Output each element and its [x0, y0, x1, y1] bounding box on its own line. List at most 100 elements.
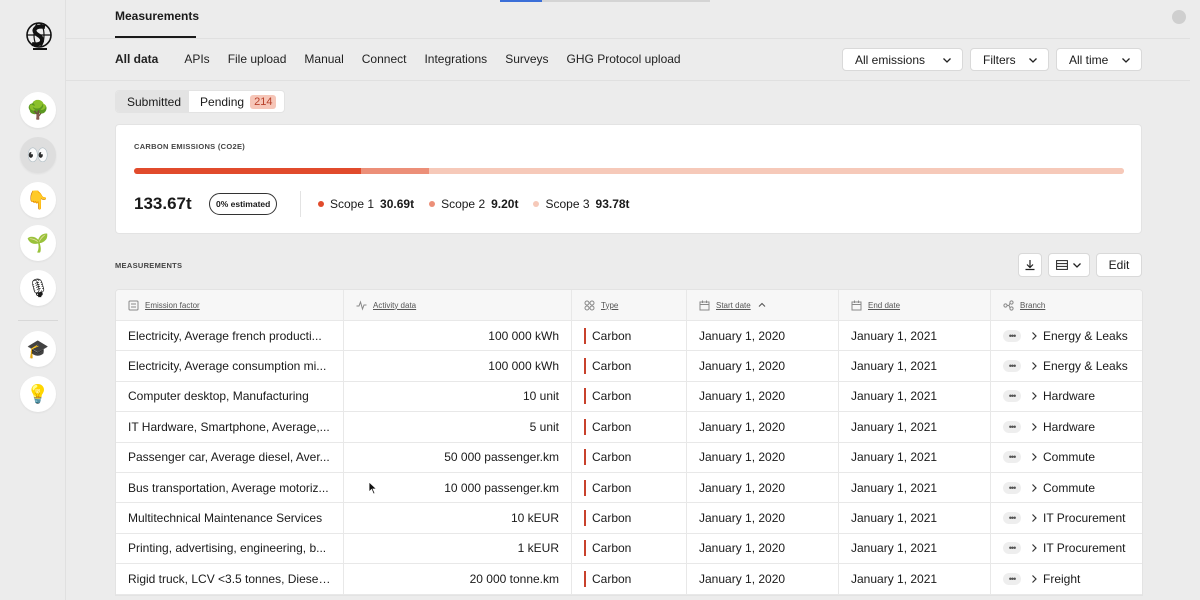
more-options-icon[interactable]: ••• — [1003, 330, 1021, 342]
cell-branch: •••Freight — [991, 564, 1142, 593]
chevron-right-icon — [1029, 391, 1039, 401]
globe-logo-icon — [25, 21, 53, 55]
user-avatar[interactable] — [1172, 10, 1186, 24]
cell-type: Carbon — [572, 321, 687, 350]
more-options-icon[interactable]: ••• — [1003, 542, 1021, 554]
start-date-text: January 1, 2020 — [699, 572, 785, 586]
cell-start-date: January 1, 2020 — [687, 443, 839, 472]
sidebar-item-eyes-emoji[interactable]: 👀 — [20, 137, 56, 173]
loading-indicator — [500, 0, 710, 2]
more-options-icon[interactable]: ••• — [1003, 573, 1021, 585]
more-options-icon[interactable]: ••• — [1003, 421, 1021, 433]
table-row[interactable]: IT Hardware, Smartphone, Average,... 5 un… — [116, 412, 1142, 442]
cell-branch: •••IT Procurement — [991, 534, 1142, 563]
col-branch[interactable]: Branch — [991, 290, 1142, 320]
tab-connect[interactable]: Connect — [362, 50, 407, 68]
tab-file-upload[interactable]: File upload — [228, 50, 287, 68]
download-button[interactable] — [1018, 253, 1042, 277]
view-options-button[interactable] — [1048, 253, 1090, 277]
sidebar-item-microphone-emoji[interactable]: 🎙 — [20, 270, 56, 306]
type-text: Carbon — [592, 572, 631, 586]
cell-branch: ••• Commute — [991, 473, 1142, 502]
cell-start-date: January 1, 2020 — [687, 351, 839, 380]
emission-factor-text: IT Hardware, Smartphone, Average,... — [128, 420, 330, 434]
cell-start-date: January 1, 2020 — [687, 412, 839, 441]
tab-surveys[interactable]: Surveys — [505, 50, 548, 68]
table-row[interactable]: Printing, advertising, engineering, b...… — [116, 534, 1142, 564]
branch-text: Commute — [1043, 481, 1095, 495]
edit-button[interactable]: Edit — [1096, 253, 1142, 277]
tab-apis[interactable]: APIs — [184, 50, 209, 68]
cell-branch: •••Hardware — [991, 412, 1142, 441]
estimated-badge: 0% estimated — [209, 193, 277, 215]
start-date-text: January 1, 2020 — [699, 329, 785, 343]
more-options-icon[interactable]: ••• — [1003, 360, 1021, 372]
col-end-date[interactable]: End date — [839, 290, 991, 320]
cell-type: Carbon — [572, 564, 687, 593]
table-row[interactable]: Rigid truck, LCV <3.5 tonnes, Diesel...2… — [116, 564, 1142, 594]
emission-factor-text: Electricity, Average french producti... — [128, 329, 322, 343]
scope-3-segment — [429, 168, 1124, 174]
type-color-marker — [584, 449, 586, 465]
app-logo[interactable] — [24, 20, 54, 56]
tab-all-data[interactable]: All data — [115, 50, 158, 68]
cell-emission-factor: Electricity, Average french producti... — [116, 321, 344, 350]
cell-type: Carbon — [572, 412, 687, 441]
table-row[interactable]: Bus transportation, Average motoriz...10… — [116, 473, 1142, 503]
chevron-down-icon — [942, 55, 952, 65]
tab-manual[interactable]: Manual — [304, 50, 343, 68]
scope-1-item: Scope 1 30.69t — [318, 197, 414, 211]
col-activity-data[interactable]: Activity data — [344, 290, 572, 320]
more-options-icon[interactable]: ••• — [1003, 512, 1021, 524]
col-activity-data-label: Activity data — [373, 301, 416, 310]
start-date-text: January 1, 2020 — [699, 511, 785, 525]
activity-data-text: 20 000 tonne.km — [470, 572, 559, 586]
submitted-toggle[interactable]: Submitted — [116, 91, 189, 112]
more-options-icon[interactable]: ••• — [1003, 482, 1021, 494]
col-emission-factor-label: Emission factor — [145, 301, 200, 310]
col-start-date[interactable]: Start date — [687, 290, 839, 320]
table-row[interactable]: Electricity, Average consumption mi...10… — [116, 351, 1142, 381]
table-row[interactable]: Electricity, Average french producti...1… — [116, 321, 1142, 351]
table-row[interactable]: Computer desktop, Manufacturing10 unitCa… — [116, 382, 1142, 412]
cell-type: Carbon — [572, 443, 687, 472]
table-row[interactable]: Multitechnical Maintenance Services10 kE… — [116, 503, 1142, 533]
scope-3-dot — [533, 201, 539, 207]
emissions-dropdown[interactable]: All emissions — [842, 48, 963, 71]
cell-end-date: January 1, 2021 — [839, 443, 991, 472]
sidebar-item-seedling-emoji[interactable]: 🌱 — [20, 225, 56, 261]
end-date-text: January 1, 2021 — [851, 450, 937, 464]
time-range-dropdown[interactable]: All time — [1056, 48, 1142, 71]
pending-toggle[interactable]: Pending 214 — [189, 91, 284, 112]
factor-column-icon — [128, 300, 139, 311]
chevron-right-icon — [1029, 543, 1039, 553]
more-options-icon[interactable]: ••• — [1003, 390, 1021, 402]
cell-type: Carbon — [572, 473, 687, 502]
cell-activity-data: 5 unit — [344, 412, 572, 441]
submitted-label: Submitted — [127, 95, 181, 109]
sidebar-item-graduation-cap-emoji[interactable]: 🎓 — [20, 331, 56, 367]
col-type[interactable]: Type — [572, 290, 687, 320]
more-options-icon[interactable]: ••• — [1003, 451, 1021, 463]
header-divider — [66, 38, 1190, 39]
type-color-marker — [584, 540, 586, 556]
emission-factor-text: Electricity, Average consumption mi... — [128, 359, 326, 373]
table-row[interactable]: Passenger car, Average diesel, Aver...50… — [116, 443, 1142, 473]
cell-type: Carbon — [572, 503, 687, 532]
cell-start-date: January 1, 2020 — [687, 534, 839, 563]
filters-dropdown[interactable]: Filters — [970, 48, 1049, 71]
scope-1-dot — [318, 201, 324, 207]
col-emission-factor[interactable]: Emission factor — [116, 290, 344, 320]
tab-ghg-protocol-upload[interactable]: GHG Protocol upload — [567, 50, 681, 68]
tab-integrations[interactable]: Integrations — [424, 50, 487, 68]
cell-emission-factor: Passenger car, Average diesel, Aver... — [116, 443, 344, 472]
sidebar-item-light-bulb-emoji[interactable]: 💡 — [20, 376, 56, 412]
cell-emission-factor: Computer desktop, Manufacturing — [116, 382, 344, 411]
sidebar-divider — [18, 320, 58, 321]
calendar-icon — [699, 300, 710, 311]
sidebar-item-pointing-hand-emoji[interactable]: 👇 — [20, 182, 56, 218]
start-date-text: January 1, 2020 — [699, 389, 785, 403]
cell-end-date: January 1, 2021 — [839, 473, 991, 502]
cell-emission-factor: Printing, advertising, engineering, b... — [116, 534, 344, 563]
sidebar-item-tree-emoji[interactable]: 🌳 — [20, 92, 56, 128]
